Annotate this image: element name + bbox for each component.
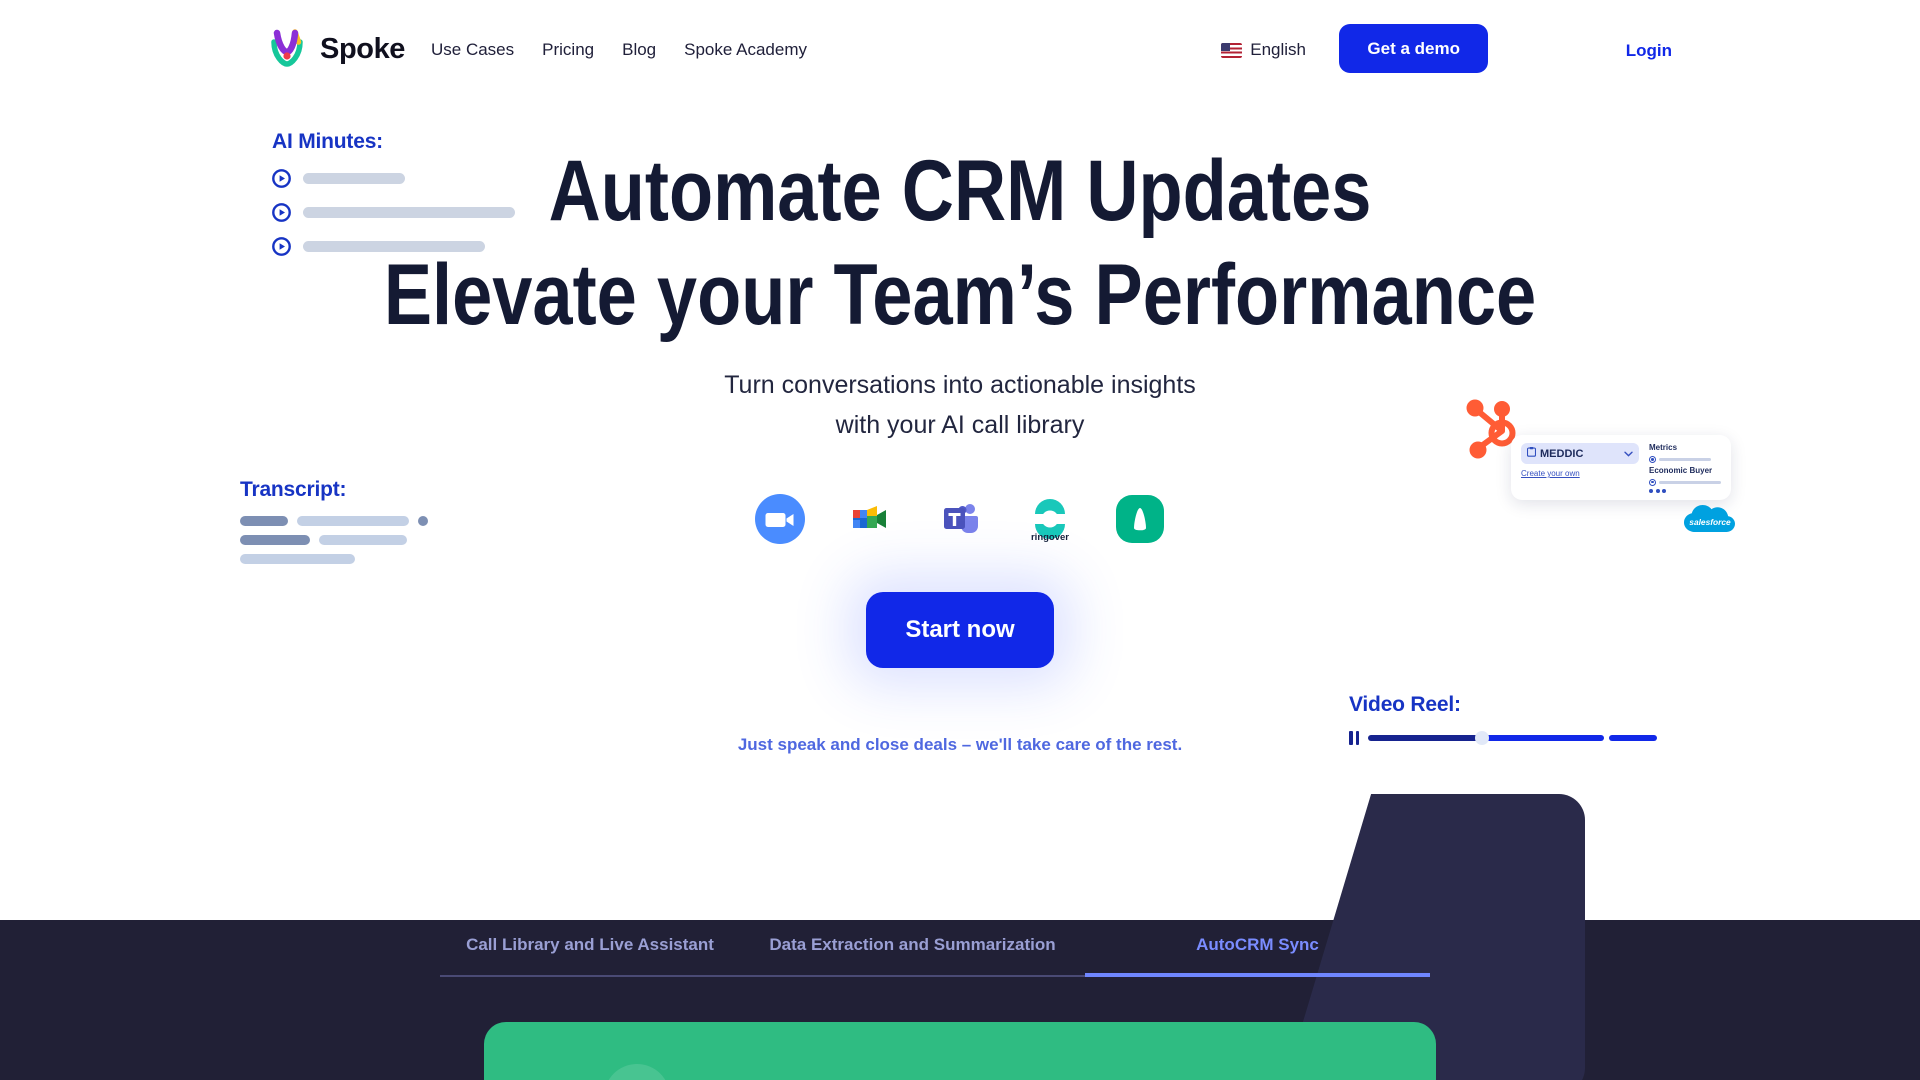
start-now-button[interactable]: Start now <box>866 592 1054 668</box>
language-label: English <box>1250 40 1306 59</box>
crm-field-row <box>1649 478 1721 486</box>
login-link[interactable]: Login <box>1626 41 1672 61</box>
nav-item-use-cases[interactable]: Use Cases <box>417 40 528 60</box>
video-reel-title: Video Reel: <box>1349 693 1461 716</box>
crm-framework-card: MEDDIC Create your own Metrics Economic … <box>1511 435 1731 500</box>
crm-field-label: Metrics <box>1649 443 1678 452</box>
headline-line-1: Automate CRM Updates <box>548 143 1372 239</box>
google-meet-icon[interactable] <box>845 494 895 544</box>
nav-item-pricing[interactable]: Pricing <box>528 40 608 60</box>
transcript-bar <box>240 554 355 564</box>
crm-card-left: MEDDIC Create your own <box>1521 443 1639 492</box>
tab-label: Call Library and Live Assistant <box>466 935 714 954</box>
chevron-down-icon <box>1624 449 1633 459</box>
microsoft-teams-icon[interactable] <box>935 494 985 544</box>
headline-line-2: Elevate your Team’s Performance <box>383 247 1537 343</box>
tab-call-library-and-live-assistant[interactable]: Call Library and Live Assistant <box>440 935 740 977</box>
crm-field-row <box>1649 455 1721 463</box>
video-progress-thumb[interactable] <box>1475 731 1489 745</box>
crm-field-label: Economic Buyer <box>1649 465 1713 475</box>
zoom-icon[interactable] <box>755 494 805 544</box>
us-flag-icon <box>1221 42 1243 58</box>
crm-card-fields: Metrics Economic Buyer <box>1649 443 1721 493</box>
ringover-icon[interactable]: ringover <box>1025 494 1075 544</box>
video-progress-fill <box>1368 735 1478 741</box>
framework-select[interactable]: MEDDIC <box>1521 443 1639 464</box>
framework-select-value: MEDDIC <box>1540 447 1584 460</box>
ellipsis-icon[interactable] <box>1649 488 1721 493</box>
page-title: Automate CRM Updates Elevate your Team’s… <box>154 148 1767 338</box>
tab-underline-active <box>1085 973 1430 977</box>
nav-item-spoke-academy[interactable]: Spoke Academy <box>670 40 821 60</box>
transcript-row <box>240 516 450 526</box>
transcript-dot <box>418 516 428 526</box>
decorative-circle <box>604 1064 670 1080</box>
video-progress-segment <box>1609 735 1657 741</box>
aircall-icon[interactable] <box>1115 494 1165 544</box>
brand-name: Spoke <box>320 32 406 65</box>
transcript-row <box>240 554 450 564</box>
cta-area: Start now <box>0 592 1920 668</box>
transcript-row <box>240 535 450 545</box>
crm-integration-illustration: MEDDIC Create your own Metrics Economic … <box>1455 390 1795 565</box>
primary-nav: Use Cases Pricing Blog Spoke Academy <box>417 40 821 60</box>
tab-label: AutoCRM Sync <box>1196 935 1319 954</box>
brand-logo[interactable]: Spoke <box>264 26 405 72</box>
tab-underline <box>440 975 740 977</box>
tab-autocrm-sync[interactable]: AutoCRM Sync <box>1085 935 1430 977</box>
language-selector[interactable]: English <box>1221 40 1306 60</box>
transcript-bar <box>297 516 409 526</box>
video-reel-controls <box>1349 731 1657 745</box>
transcript-rows <box>240 516 450 564</box>
video-progress-slider[interactable] <box>1368 731 1657 745</box>
feature-tabs: Call Library and Live Assistant Data Ext… <box>440 935 1430 977</box>
tab-underline <box>740 975 1085 977</box>
transcript-bar <box>240 516 288 526</box>
tab-label: Data Extraction and Summarization <box>769 935 1056 954</box>
transcript-bar <box>319 535 407 545</box>
feature-preview-card <box>484 1022 1436 1080</box>
nav-item-blog[interactable]: Blog <box>608 40 670 60</box>
salesforce-cloud-icon: salesforce <box>1681 500 1743 536</box>
tab-data-extraction-and-summarization[interactable]: Data Extraction and Summarization <box>740 935 1085 977</box>
pause-icon[interactable] <box>1349 731 1359 745</box>
video-progress-segment <box>1486 735 1604 741</box>
page-root: Spoke Use Cases Pricing Blog Spoke Acade… <box>0 0 1920 1080</box>
crm-field-bar <box>1659 480 1721 484</box>
site-header: Spoke Use Cases Pricing Blog Spoke Acade… <box>0 0 1920 104</box>
transcript-decoration: Transcript: <box>240 478 450 573</box>
get-a-demo-button[interactable]: Get a demo <box>1339 24 1488 73</box>
crm-field-bar <box>1659 457 1711 461</box>
transcript-title: Transcript: <box>240 478 347 501</box>
svg-text:salesforce: salesforce <box>1689 517 1731 527</box>
create-your-own-link[interactable]: Create your own <box>1521 469 1639 478</box>
radio-icon <box>1649 478 1656 486</box>
transcript-bar <box>240 535 310 545</box>
video-reel-decoration: Video Reel: <box>1349 693 1657 745</box>
clipboard-icon <box>1526 447 1537 460</box>
svg-text:ringover: ringover <box>1031 532 1069 543</box>
radio-icon <box>1649 455 1656 463</box>
spoke-v-logo-icon <box>264 26 310 72</box>
